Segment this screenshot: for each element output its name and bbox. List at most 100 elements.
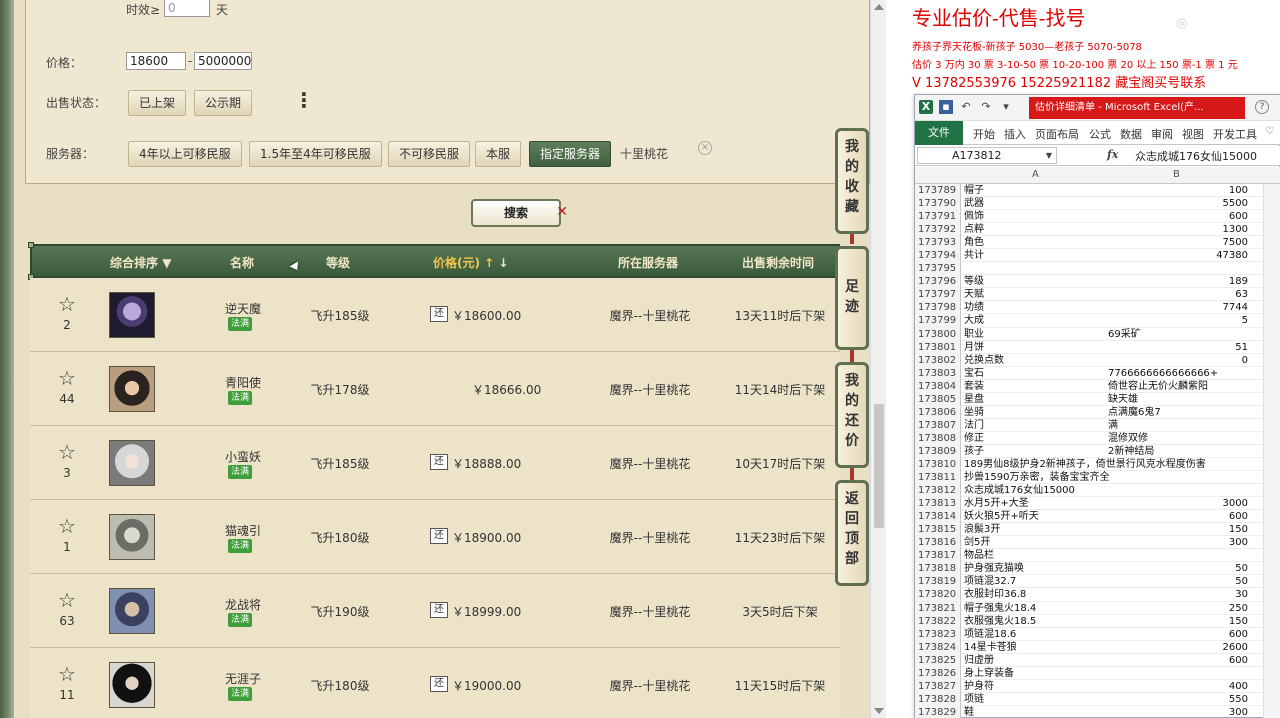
cell-a[interactable]: 帽子强鬼火18.4: [964, 602, 1108, 615]
row-number[interactable]: 173821: [915, 601, 961, 615]
row-number[interactable]: 173829: [915, 705, 961, 718]
cell-a[interactable]: 等级: [964, 275, 1108, 288]
row-number[interactable]: 173827: [915, 679, 961, 693]
table-row[interactable]: 173802 兑换点数 0: [915, 353, 1280, 367]
avatar[interactable]: [109, 292, 155, 338]
star-icon[interactable]: ☆: [58, 294, 76, 314]
row-number[interactable]: 173820: [915, 588, 961, 602]
cell-a[interactable]: 修正: [964, 432, 1108, 445]
help-icon[interactable]: ?: [1255, 100, 1269, 114]
cell-b[interactable]: 1300: [1108, 223, 1248, 236]
cell-a[interactable]: 职业: [964, 328, 1108, 341]
cell-a[interactable]: 衣服强鬼火18.5: [964, 615, 1108, 628]
row-number[interactable]: 173815: [915, 523, 961, 537]
cell-b[interactable]: 51: [1108, 341, 1248, 354]
table-row[interactable]: ☆ 3 小蛮妖 法满 飞升185级 还 ￥18888.00 魔界--十里桃花 1…: [30, 426, 840, 500]
cell-a[interactable]: 大成: [964, 314, 1108, 327]
table-row[interactable]: 173791 佩饰 600: [915, 210, 1280, 224]
cell-a[interactable]: 孩子: [964, 445, 1108, 458]
table-row[interactable]: 173826 身上穿装备: [915, 666, 1280, 680]
table-row[interactable]: 173814 妖火狼5开+听天 600: [915, 510, 1280, 524]
arrow-down-icon[interactable]: ↓: [498, 256, 508, 270]
row-number[interactable]: 173828: [915, 692, 961, 706]
cell-b[interactable]: 600: [1108, 510, 1248, 523]
star-icon[interactable]: ☆: [58, 664, 76, 684]
tab-developer[interactable]: 开发工具: [1213, 126, 1257, 142]
table-row[interactable]: ☆ 63 龙战将 法满 飞升190级 还 ￥18999.00 魔界--十里桃花 …: [30, 574, 840, 648]
table-row[interactable]: 173810 189男仙8级护身2新神孩子，倚世景行风克水程度伤害: [915, 457, 1280, 472]
cell-b[interactable]: 混修双修: [1108, 432, 1248, 445]
row-number[interactable]: 173801: [915, 340, 961, 354]
cell-a[interactable]: 项链混32.7: [964, 575, 1108, 588]
row-number[interactable]: 173805: [915, 392, 961, 406]
row-number[interactable]: 173826: [915, 666, 961, 680]
side-tab-history[interactable]: 足 迹: [835, 246, 869, 350]
cell-b[interactable]: 150: [1108, 523, 1248, 536]
cell-b[interactable]: 7500: [1108, 236, 1248, 249]
tab-page-layout[interactable]: 页面布局: [1035, 126, 1079, 142]
more-options-icon[interactable]: ⋮: [294, 90, 314, 110]
table-row[interactable]: 173803 宝石 7766666666666666+: [915, 366, 1280, 380]
cell-a[interactable]: 项链混18.6: [964, 628, 1108, 641]
row-number[interactable]: 173816: [915, 536, 961, 550]
row-number[interactable]: 173803: [915, 366, 961, 380]
cell-a[interactable]: 众志成城176女仙15000: [964, 484, 1108, 497]
table-row[interactable]: ☆ 11 无涯子 法满 飞升180级 还 ￥19000.00 魔界--十里桃花 …: [30, 648, 840, 718]
table-row[interactable]: 173819 项链混32.7 50: [915, 575, 1280, 589]
scroll-down-icon[interactable]: [874, 708, 884, 714]
avatar[interactable]: [109, 662, 155, 708]
avatar[interactable]: [109, 514, 155, 560]
cell-b[interactable]: 7766666666666666+: [1108, 367, 1248, 380]
row-number[interactable]: 173798: [915, 301, 961, 315]
redo-icon[interactable]: ↷: [979, 100, 993, 114]
cell-b[interactable]: 5: [1108, 314, 1248, 327]
tab-file[interactable]: 文件: [915, 121, 963, 145]
avatar[interactable]: [109, 588, 155, 634]
haggle-icon[interactable]: 还: [430, 454, 448, 470]
cell-a[interactable]: 189男仙8级护身2新神孩子，倚世景行风克水程度伤害: [964, 458, 1206, 471]
cell-b[interactable]: 30: [1108, 588, 1248, 601]
side-tab-my-offers[interactable]: 我 的 还 价: [835, 362, 869, 468]
row-number[interactable]: 173800: [915, 327, 961, 341]
tab-review[interactable]: 审阅: [1151, 126, 1173, 142]
cell-b[interactable]: 50: [1108, 562, 1248, 575]
row-number[interactable]: 173797: [915, 288, 961, 302]
cell-a[interactable]: 天赋: [964, 288, 1108, 301]
cell-a[interactable]: 归虚册: [964, 654, 1108, 667]
row-number[interactable]: 173807: [915, 418, 961, 432]
cell-b[interactable]: 600: [1108, 628, 1248, 641]
role-name[interactable]: 无涯子: [210, 670, 276, 687]
haggle-icon[interactable]: 还: [430, 676, 448, 692]
table-row[interactable]: 173813 水月5开+大圣 3000: [915, 497, 1280, 511]
table-row[interactable]: 173796 等级 189: [915, 275, 1280, 289]
table-row[interactable]: 173812 众志成城176女仙15000: [915, 484, 1280, 498]
table-row[interactable]: 173798 功绩 7744: [915, 301, 1280, 315]
table-row[interactable]: ☆ 1 猫魂引 法满 飞升180级 还 ￥18900.00 魔界--十里桃花 1…: [30, 500, 840, 574]
tab-insert[interactable]: 插入: [1004, 126, 1026, 142]
cell-a[interactable]: 角色: [964, 236, 1108, 249]
cell-a[interactable]: 共计: [964, 249, 1108, 262]
table-row[interactable]: 173820 衣服封印36.8 30: [915, 588, 1280, 602]
price-max-input[interactable]: 5000000: [194, 52, 252, 70]
table-row[interactable]: ☆ 2 逆天魔 法满 飞升185级 还 ￥18600.00 魔界--十里桃花 1…: [30, 278, 840, 352]
cell-b[interactable]: 满: [1108, 419, 1248, 432]
table-row[interactable]: 173821 帽子强鬼火18.4 250: [915, 601, 1280, 615]
table-row[interactable]: 173829 鞋 300: [915, 705, 1280, 718]
table-row[interactable]: 173797 天赋 63: [915, 288, 1280, 302]
cell-b[interactable]: 缺天雄: [1108, 393, 1248, 406]
row-number[interactable]: 173802: [915, 353, 961, 367]
table-row[interactable]: 173823 项链混18.6 600: [915, 627, 1280, 641]
cell-b[interactable]: 150: [1108, 615, 1248, 628]
star-icon[interactable]: ☆: [58, 442, 76, 462]
table-row[interactable]: 173792 点粹 1300: [915, 223, 1280, 237]
name-box[interactable]: A173812 ▼: [917, 147, 1057, 164]
haggle-icon[interactable]: 还: [430, 306, 448, 322]
table-row[interactable]: 173818 护身强克猫唤 50: [915, 562, 1280, 576]
table-row[interactable]: 173817 物品栏: [915, 549, 1280, 563]
cell-a[interactable]: 14星卡苍狼: [964, 641, 1108, 654]
table-row[interactable]: 173789 帽子 100: [915, 184, 1280, 198]
role-name[interactable]: 小蛮妖: [210, 448, 276, 465]
row-number[interactable]: 173808: [915, 431, 961, 445]
price-min-input[interactable]: 18600: [126, 52, 186, 70]
role-name[interactable]: 龙战将: [210, 596, 276, 613]
